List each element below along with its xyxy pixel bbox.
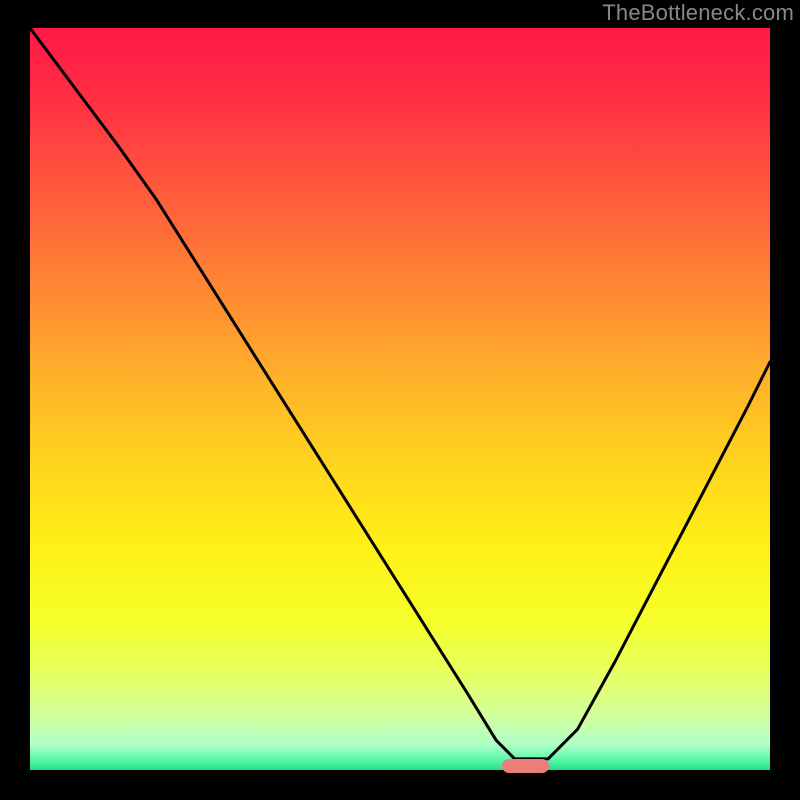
- optimal-range-marker: [502, 759, 549, 773]
- gradient-plot: [30, 28, 770, 770]
- chart-container: TheBottleneck.com: [0, 0, 800, 800]
- watermark-text: TheBottleneck.com: [602, 2, 794, 24]
- plot-area: [30, 28, 770, 770]
- gradient-background: [30, 28, 770, 770]
